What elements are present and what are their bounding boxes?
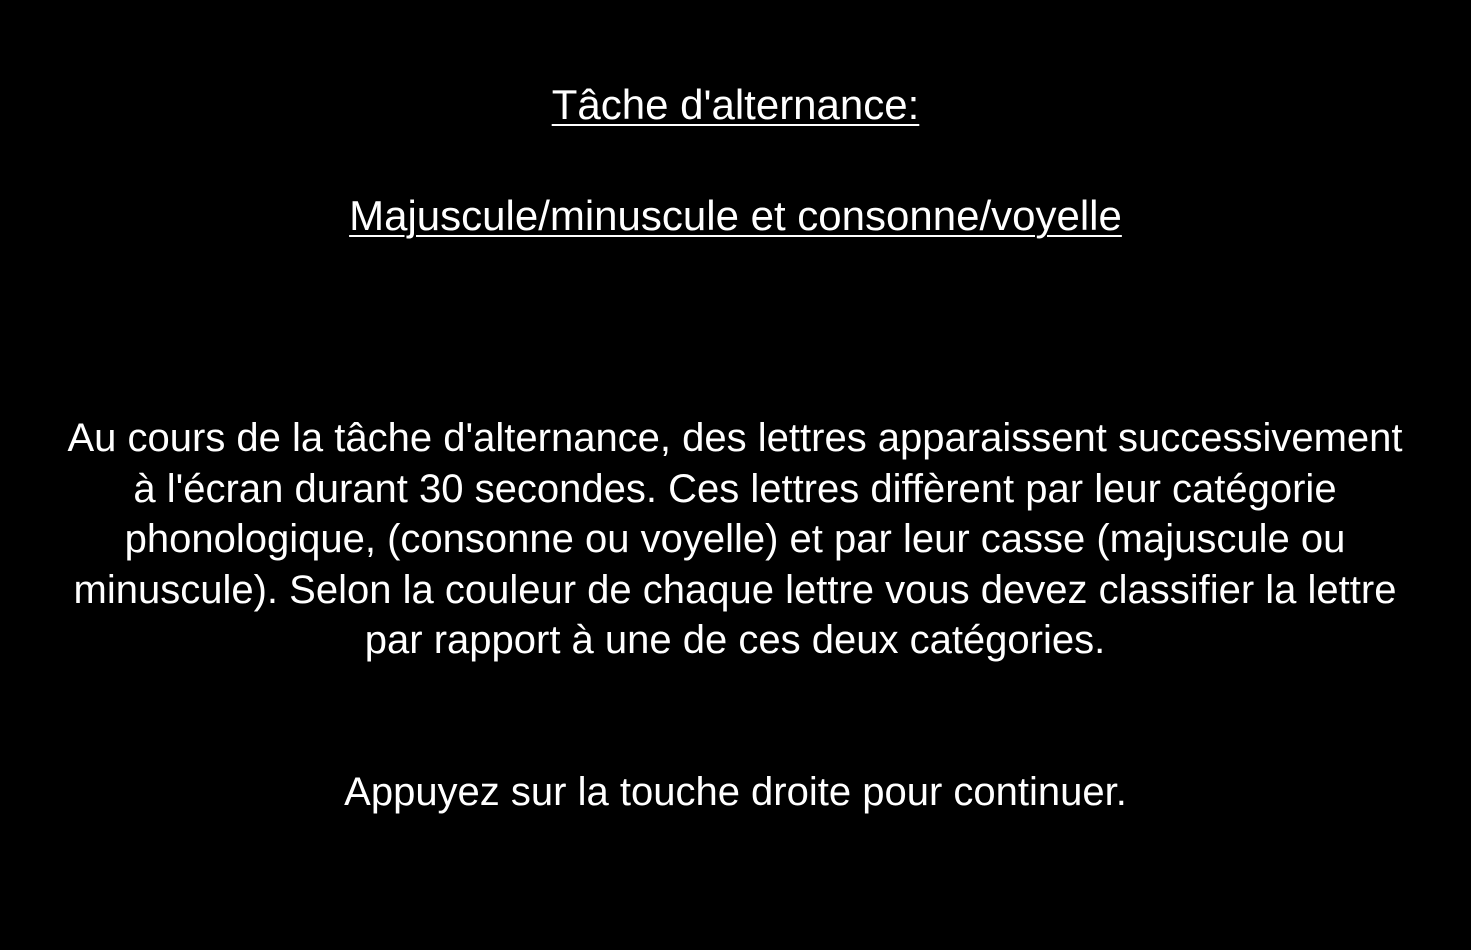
task-subtitle: Majuscule/minuscule et consonne/voyelle [349,192,1122,239]
task-title: Tâche d'alternance: [551,81,920,128]
instructions-text: Au cours de la tâche d'alternance, des l… [67,416,1403,662]
continue-prompt: Appuyez sur la touche droite pour contin… [344,770,1127,814]
instruction-screen: Tâche d'alternance: Majuscule/minuscule … [0,0,1471,950]
